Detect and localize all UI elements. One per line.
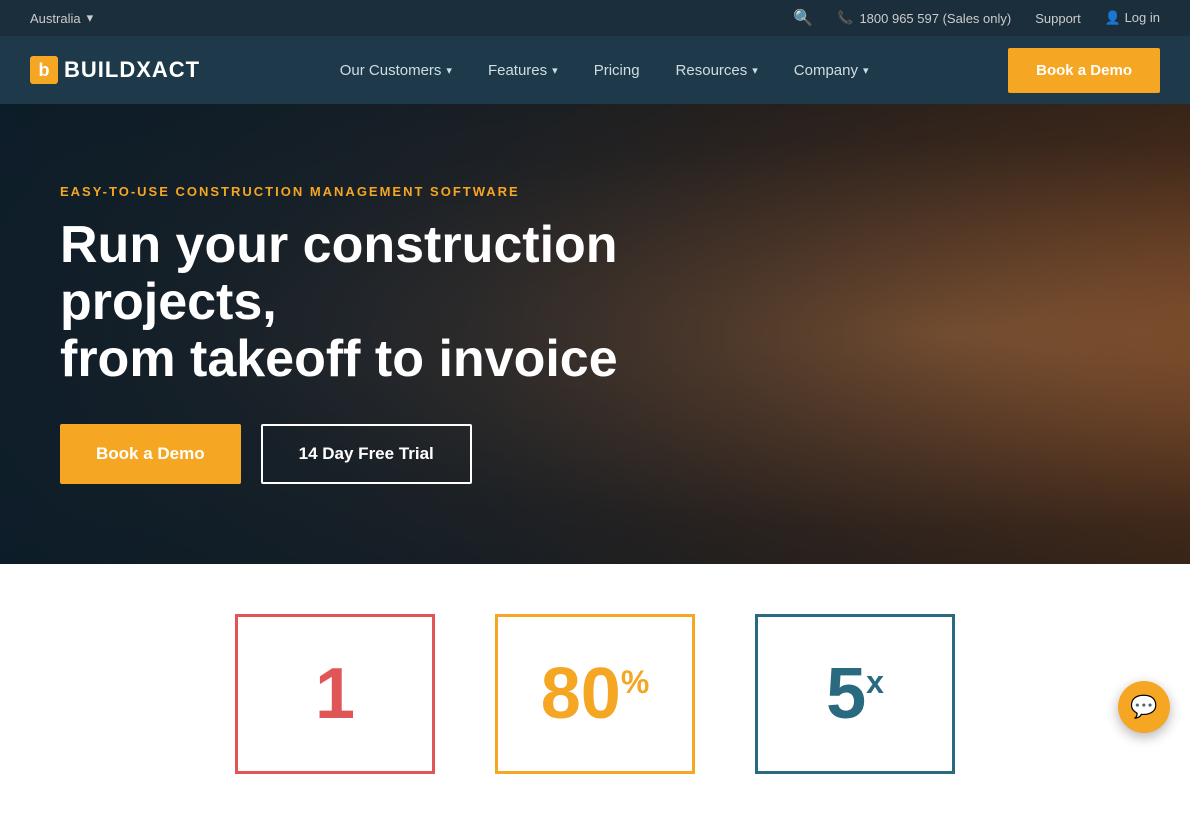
stat-card-2: 80% (495, 614, 695, 774)
chat-icon: 💬 (1130, 694, 1157, 720)
hero-section: EASY-TO-USE CONSTRUCTION MANAGEMENT SOFT… (0, 104, 1190, 564)
hero-title: Run your construction projects, from tak… (60, 217, 640, 389)
stats-section: 1 80% 5x (0, 564, 1190, 814)
hero-free-trial-button[interactable]: 14 Day Free Trial (261, 424, 472, 484)
stat-card-1: 1 (235, 614, 435, 774)
chat-widget-button[interactable]: 💬 (1118, 681, 1170, 733)
top-bar-right: 🔍 📞 1800 965 597 (Sales only) Support 👤 … (793, 8, 1160, 28)
person-icon: 👤 (1105, 10, 1125, 25)
logo-text: BUILDXACT (64, 57, 200, 83)
nav-item-pricing[interactable]: Pricing (576, 36, 658, 104)
stat-value-1: 1 (315, 658, 355, 730)
nav-item-company[interactable]: Company ▾ (776, 36, 887, 104)
nav-item-customers[interactable]: Our Customers ▾ (322, 36, 470, 104)
stat-value-2: 80% (541, 658, 650, 730)
nav-book-demo-button[interactable]: Book a Demo (1008, 48, 1160, 93)
chevron-down-icon: ▾ (446, 64, 452, 77)
nav-links: Our Customers ▾ Features ▾ Pricing Resou… (322, 36, 887, 104)
hero-book-demo-button[interactable]: Book a Demo (60, 424, 241, 484)
stat-value-3: 5x (826, 658, 884, 730)
phone-number: 1800 965 597 (Sales only) (859, 11, 1011, 26)
chevron-icon: ▾ (87, 10, 94, 26)
top-bar: Australia ▾ 🔍 📞 1800 965 597 (Sales only… (0, 0, 1190, 36)
hero-buttons: Book a Demo 14 Day Free Trial (60, 424, 640, 484)
phone-icon: 📞 (837, 10, 853, 26)
hero-content: EASY-TO-USE CONSTRUCTION MANAGEMENT SOFT… (0, 184, 700, 485)
chevron-down-icon: ▾ (863, 64, 869, 77)
chevron-down-icon: ▾ (752, 64, 758, 77)
nav-item-resources[interactable]: Resources ▾ (658, 36, 776, 104)
region-label: Australia (30, 11, 81, 26)
support-link[interactable]: Support (1035, 11, 1081, 26)
logo-b-icon: b (30, 56, 58, 84)
logo[interactable]: b BUILDXACT (30, 56, 200, 84)
phone-group: 📞 1800 965 597 (Sales only) (837, 10, 1011, 26)
stat-card-3: 5x (755, 614, 955, 774)
main-nav: b BUILDXACT Our Customers ▾ Features ▾ P… (0, 36, 1190, 104)
search-icon[interactable]: 🔍 (793, 8, 813, 28)
region-selector[interactable]: Australia ▾ (30, 10, 93, 26)
login-link[interactable]: 👤 Log in (1105, 10, 1160, 26)
chevron-down-icon: ▾ (552, 64, 558, 77)
hero-tagline: EASY-TO-USE CONSTRUCTION MANAGEMENT SOFT… (60, 184, 640, 199)
nav-item-features[interactable]: Features ▾ (470, 36, 576, 104)
